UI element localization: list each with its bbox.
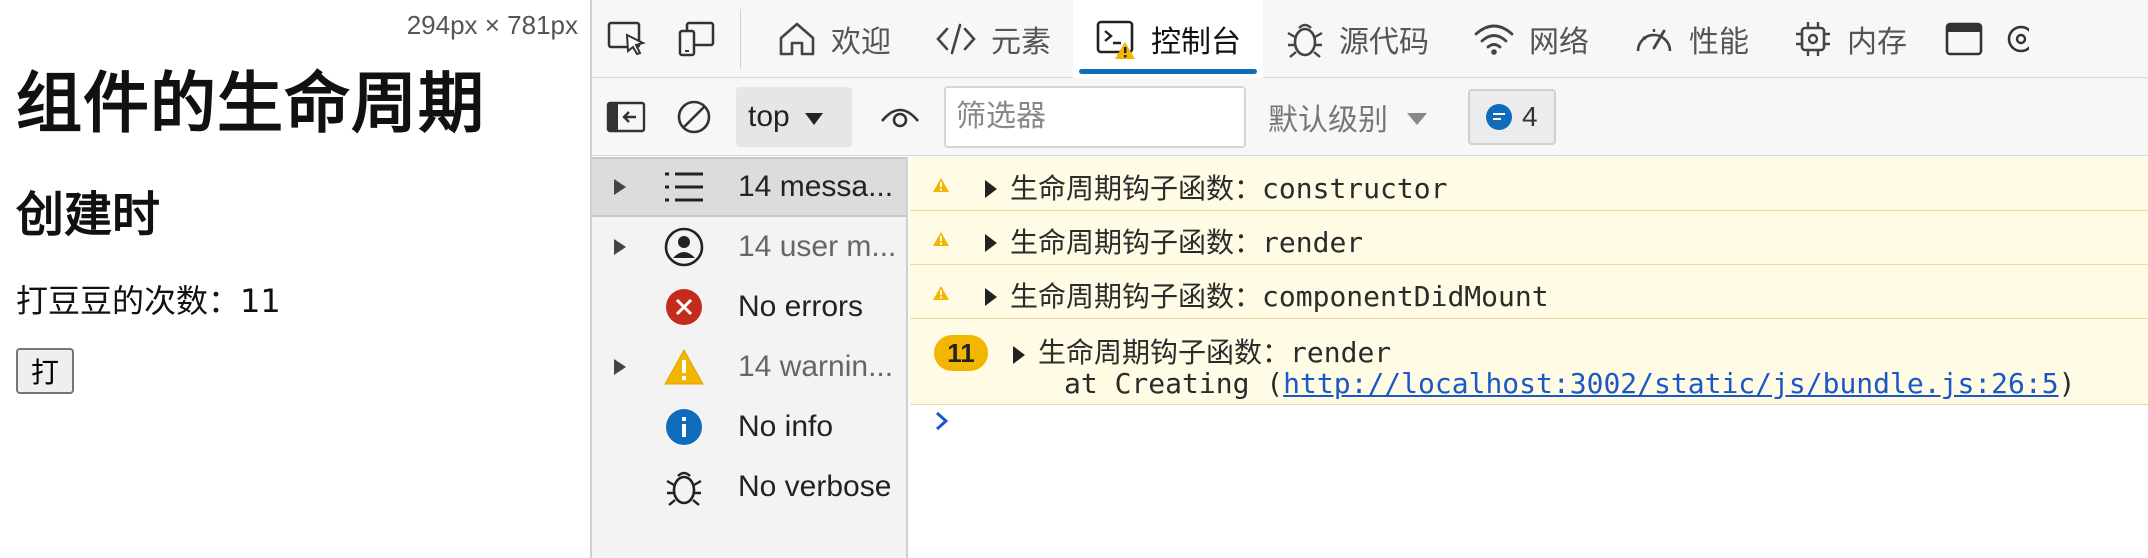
sidebar-item-label: No verbose xyxy=(738,470,892,503)
tab-label: 内存 xyxy=(1847,24,1907,60)
sidebar-item-errors[interactable]: No errors xyxy=(592,277,906,337)
sidebar-item-warnings[interactable]: 14 warnin... xyxy=(592,337,906,397)
console-icon xyxy=(1095,18,1137,60)
warning-icon xyxy=(648,348,720,386)
inspect-element-icon[interactable] xyxy=(592,0,662,78)
sidebar-item-label: No info xyxy=(738,410,834,443)
source-link[interactable]: http://localhost:3002/static/js/bundle.j… xyxy=(1283,367,2058,400)
repeat-count-badge: 11 xyxy=(934,335,988,371)
expand-triangle-icon[interactable] xyxy=(592,178,648,196)
message-prefix: 生命周期钩子函数： xyxy=(1010,280,1263,313)
page-title: 组件的生命周期 xyxy=(16,65,485,142)
live-expression-icon[interactable] xyxy=(866,78,934,156)
console-toolbar: top 默认级别 4 xyxy=(592,78,2148,156)
user-icon xyxy=(648,226,720,268)
stack-trace-line: at Creating (http://localhost:3002/stati… xyxy=(1064,367,2075,400)
tab-label: 性能 xyxy=(1689,24,1749,60)
tab-label: 元素 xyxy=(991,24,1051,60)
devtools-tabbar: 欢迎 元素 控制台 源代码 网络 性能 内存 xyxy=(592,0,2148,78)
sidebar-item-label: No errors xyxy=(738,290,864,323)
console-message[interactable]: 生命周期钩子函数：constructor xyxy=(910,157,2148,211)
message-bubble-icon xyxy=(1486,103,1512,130)
warning-icon xyxy=(932,221,950,254)
tab-label: 网络 xyxy=(1529,24,1589,60)
console-sidebar: 14 messa... 14 user m... No errors 14 wa… xyxy=(592,157,908,558)
message-prefix: 生命周期钩子函数： xyxy=(1038,336,1291,369)
tab-performance[interactable]: 性能 xyxy=(1611,0,1771,78)
tab-console[interactable]: 控制台 xyxy=(1073,0,1263,78)
tab-label: 欢迎 xyxy=(831,24,891,60)
tab-network[interactable]: 网络 xyxy=(1451,0,1611,78)
code-tag-icon xyxy=(935,21,977,57)
sidebar-item-info[interactable]: No info xyxy=(592,397,906,457)
info-icon xyxy=(648,407,720,447)
application-window-icon[interactable] xyxy=(1929,0,1999,78)
console-message-grouped[interactable]: 11 生命周期钩子函数：render at Creating (http://l… xyxy=(910,319,2148,405)
console-message[interactable]: 生命周期钩子函数：render xyxy=(910,211,2148,265)
sidebar-item-user-messages[interactable]: 14 user m... xyxy=(592,217,906,277)
hit-count-text: 打豆豆的次数：11 xyxy=(16,282,281,320)
toggle-sidebar-icon[interactable] xyxy=(592,78,660,156)
stack-suffix: ) xyxy=(2058,367,2076,400)
sidebar-item-label: 14 messa... xyxy=(738,170,894,203)
home-icon xyxy=(777,20,817,58)
message-prefix: 生命周期钩子函数： xyxy=(1010,226,1263,259)
chevron-down-icon xyxy=(804,100,824,134)
chip-icon xyxy=(1793,19,1833,59)
issues-button[interactable]: 4 xyxy=(1468,88,1556,145)
log-levels-label: 默认级别 xyxy=(1268,102,1388,138)
tab-sources[interactable]: 源代码 xyxy=(1263,0,1451,78)
tab-separator xyxy=(740,8,741,69)
console-prompt-chevron-icon[interactable] xyxy=(932,409,952,438)
expand-triangle-icon[interactable] xyxy=(592,358,648,376)
console-output: 生命周期钩子函数：constructor 生命周期钩子函数：render 生命周… xyxy=(910,157,2148,558)
bug-icon xyxy=(1285,19,1325,59)
sidebar-item-verbose[interactable]: No verbose xyxy=(592,457,906,517)
message-value: constructor xyxy=(1262,172,1448,205)
message-value: render xyxy=(1290,336,1392,369)
filter-input[interactable] xyxy=(944,85,1246,148)
console-message[interactable]: 生命周期钩子函数：componentDidMount xyxy=(910,265,2148,319)
viewport-dimensions: 294px × 781px xyxy=(406,10,578,40)
expand-triangle-icon[interactable] xyxy=(1012,339,1026,372)
list-icon xyxy=(648,170,720,204)
bug-icon xyxy=(648,467,720,507)
expand-triangle-icon[interactable] xyxy=(984,227,998,260)
expand-triangle-icon[interactable] xyxy=(984,173,998,206)
device-emulation-icon[interactable] xyxy=(662,0,732,78)
clear-console-icon[interactable] xyxy=(660,78,728,156)
context-select[interactable]: top xyxy=(736,86,852,147)
expand-triangle-icon[interactable] xyxy=(592,238,648,256)
tab-welcome[interactable]: 欢迎 xyxy=(755,0,913,78)
wifi-icon xyxy=(1473,21,1515,57)
more-tools-icon[interactable] xyxy=(1999,0,2029,78)
sidebar-item-label: 14 user m... xyxy=(738,230,897,263)
context-value: top xyxy=(748,99,790,133)
hit-button[interactable]: 打 xyxy=(16,348,74,394)
page-subtitle: 创建时 xyxy=(16,187,161,243)
error-icon xyxy=(648,287,720,327)
tab-label: 源代码 xyxy=(1339,24,1429,60)
warning-icon xyxy=(932,275,950,308)
tab-memory[interactable]: 内存 xyxy=(1771,0,1929,78)
devtools-panel: 欢迎 元素 控制台 源代码 网络 性能 内存 top 筛选器 默认级别 4 14… xyxy=(590,0,2148,558)
message-value: componentDidMount xyxy=(1262,280,1549,313)
sidebar-item-messages[interactable]: 14 messa... xyxy=(592,157,906,217)
tab-elements[interactable]: 元素 xyxy=(913,0,1073,78)
chevron-down-icon xyxy=(1406,99,1428,134)
stack-prefix: at Creating ( xyxy=(1064,367,1284,400)
log-levels-select[interactable]: 默认级别 xyxy=(1268,95,1428,139)
gauge-icon xyxy=(1633,21,1675,57)
issues-count: 4 xyxy=(1522,100,1538,132)
expand-triangle-icon[interactable] xyxy=(984,281,998,314)
tab-label: 控制台 xyxy=(1151,24,1241,60)
warning-icon xyxy=(932,167,950,200)
message-prefix: 生命周期钩子函数： xyxy=(1010,172,1263,205)
page-preview: 294px × 781px 组件的生命周期 创建时 打豆豆的次数：11 打 xyxy=(0,0,590,558)
sidebar-item-label: 14 warnin... xyxy=(738,350,894,383)
message-value: render xyxy=(1262,226,1364,259)
